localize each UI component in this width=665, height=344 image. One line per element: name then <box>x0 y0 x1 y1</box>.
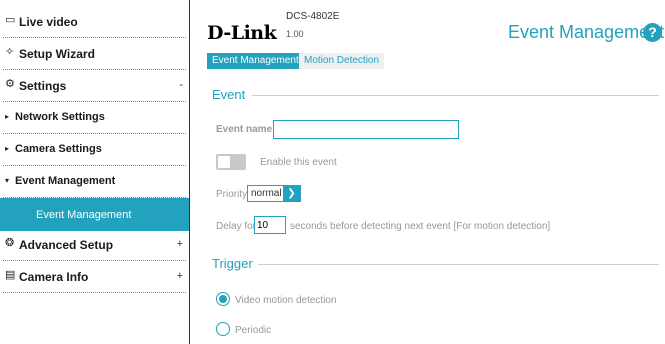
tab-motion-detection[interactable]: Motion Detection <box>299 53 385 69</box>
video-motion-label: Video motion detection <box>235 295 337 306</box>
nav-event-management-group-label: Event Management <box>15 175 116 187</box>
firmware-version: 1.00 <box>286 29 304 39</box>
nav-camera-info[interactable]: ▤ Camera Info + <box>0 261 189 293</box>
camera-info-icon: ▤ <box>5 269 16 281</box>
nav-setup-wizard-label: Setup Wizard <box>19 47 95 61</box>
delay-prefix-label: Delay for <box>216 221 257 232</box>
dlink-logo: D-Link <box>207 22 277 44</box>
periodic-radio[interactable] <box>216 322 230 336</box>
nav-event-management-group[interactable]: ▾ Event Management <box>0 166 189 198</box>
dropdown-arrow-icon: ❯ <box>283 186 300 201</box>
sidebar: ▭ Live video ✧ Setup Wizard ⚙ Settings -… <box>0 0 190 344</box>
tab-event-management[interactable]: Event Management <box>207 53 304 69</box>
trigger-divider <box>258 264 659 265</box>
page-title: Event Management <box>508 22 665 42</box>
nav-event-management[interactable]: Event Management <box>0 198 189 231</box>
nav-settings[interactable]: ⚙ Settings - <box>0 70 189 102</box>
event-heading: Event <box>212 87 246 102</box>
bullet-icon: ▸ <box>5 144 10 153</box>
setup-wizard-icon: ✧ <box>5 46 15 58</box>
nav-settings-label: Settings <box>19 79 67 93</box>
nav-network-settings-label: Network Settings <box>15 111 105 123</box>
event-name-input[interactable] <box>273 120 459 139</box>
enable-event-toggle[interactable] <box>216 154 246 170</box>
bullet-icon: ▾ <box>5 176 10 185</box>
video-motion-radio[interactable] <box>216 292 230 306</box>
enable-event-label: Enable this event <box>260 157 337 168</box>
advanced-setup-icon: ❂ <box>5 237 15 249</box>
priority-label: Priority: <box>216 189 250 200</box>
bullet-icon: ▸ <box>5 112 10 121</box>
event-name-label: Event name: <box>216 124 276 135</box>
priority-value: normal <box>251 188 282 199</box>
live-video-icon: ▭ <box>5 14 16 26</box>
expand-toggle[interactable]: + <box>177 238 183 250</box>
help-icon[interactable]: ? <box>643 23 662 42</box>
nav-event-management-label: Event Management <box>36 209 132 221</box>
nav-live-video-label: Live video <box>19 15 78 29</box>
settings-gear-icon: ⚙ <box>5 78 15 90</box>
delay-suffix-label: seconds before detecting next event [For… <box>290 221 551 232</box>
model-name: DCS-4802E <box>286 11 340 22</box>
nav-camera-settings[interactable]: ▸ Camera Settings <box>0 134 189 166</box>
periodic-label: Periodic <box>235 325 272 336</box>
expand-toggle[interactable]: + <box>177 270 183 282</box>
nav-setup-wizard[interactable]: ✧ Setup Wizard <box>0 38 189 70</box>
trigger-heading: Trigger <box>212 256 253 271</box>
delay-seconds-input[interactable] <box>254 216 286 234</box>
nav-network-settings[interactable]: ▸ Network Settings <box>0 102 189 134</box>
event-divider <box>252 95 659 96</box>
priority-select[interactable]: normal ❯ <box>247 185 301 202</box>
nav-live-video[interactable]: ▭ Live video <box>0 6 189 38</box>
collapse-toggle[interactable]: - <box>179 79 183 91</box>
nav-advanced-setup-label: Advanced Setup <box>19 238 114 252</box>
nav-camera-settings-label: Camera Settings <box>15 143 102 155</box>
nav-advanced-setup[interactable]: ❂ Advanced Setup + <box>0 229 189 261</box>
nav-camera-info-label: Camera Info <box>19 270 89 284</box>
